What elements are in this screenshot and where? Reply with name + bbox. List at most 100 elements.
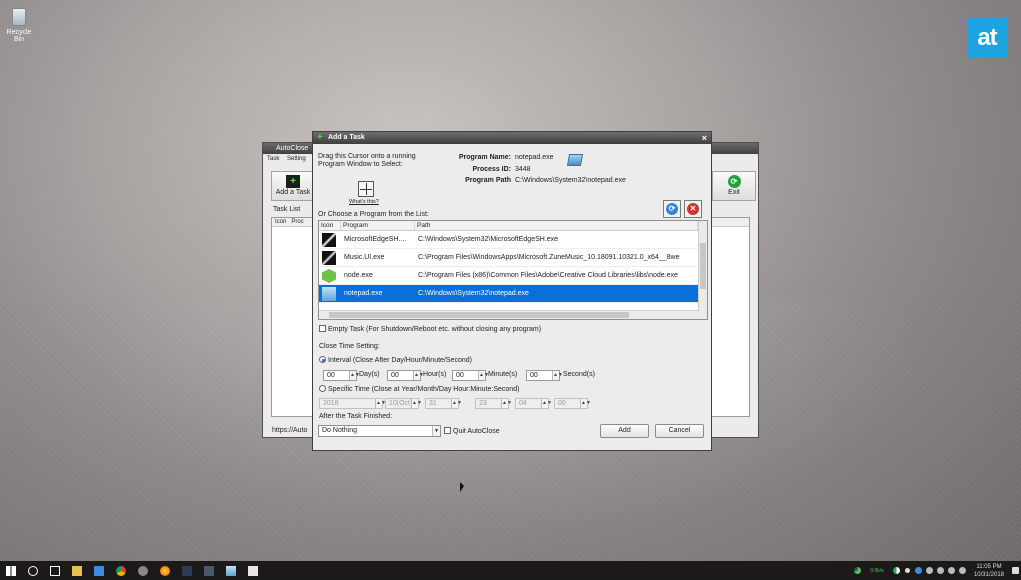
mouse-pointer-icon <box>460 482 464 492</box>
minute-spinner[interactable]: 00 ▲▼ <box>452 370 489 381</box>
add-button[interactable]: Add <box>600 424 649 438</box>
list-horizontal-scrollbar[interactable] <box>319 310 700 319</box>
taskbar-autoclose[interactable] <box>242 561 264 580</box>
gauge-icon <box>892 567 900 574</box>
program-row[interactable]: MicrosoftEdgeSH.... C:\Windows\System32\… <box>319 231 707 249</box>
close-icon[interactable]: × <box>702 132 707 144</box>
task-list-label: Task List <box>273 206 301 213</box>
program-list-header: Icon Program Path <box>319 221 707 231</box>
col-program[interactable]: Program <box>341 221 415 230</box>
spinner-arrows-icon[interactable]: ▲▼ <box>580 399 591 408</box>
second-spinner[interactable]: 00 ▲▼ <box>526 370 563 381</box>
remove-button[interactable]: ✕ <box>684 200 702 218</box>
taskbar-app-3[interactable] <box>176 561 198 580</box>
after-task-label: After the Task Finished: <box>319 413 393 420</box>
program-row-selected[interactable]: notepad.exe C:\Windows\System32\notepad.… <box>319 285 707 303</box>
notification-icon <box>1012 567 1019 574</box>
tray-item[interactable] <box>935 561 946 580</box>
tray-item[interactable] <box>913 561 924 580</box>
program-name-value: notepad.exe <box>515 154 554 161</box>
time-second-spinner[interactable]: 00 ▲▼ <box>554 398 591 409</box>
col-icon[interactable]: Icon <box>319 221 341 230</box>
spinner-arrows-icon[interactable]: ▲▼ <box>349 371 360 380</box>
add-task-dialog: + Add a Task × Drag this Cursor onto a r… <box>312 131 712 451</box>
col-path[interactable]: Path <box>415 221 698 230</box>
list-vertical-scrollbar[interactable] <box>698 221 707 319</box>
month-spinner[interactable]: 10(Oct) ▲▼ <box>385 398 422 409</box>
tray-item[interactable] <box>902 561 913 580</box>
menu-setting[interactable]: Setting <box>287 156 306 162</box>
tray-item[interactable] <box>891 561 902 580</box>
taskbar-app-2[interactable] <box>132 561 154 580</box>
clock[interactable]: 11:05 PM 10/31/2018 <box>968 563 1010 579</box>
whats-this-link[interactable]: What's this? <box>349 199 379 205</box>
bluetooth-icon <box>914 567 922 574</box>
quit-autoclose-option[interactable]: Quit AutoClose <box>444 427 500 435</box>
exit-button[interactable]: ⟳ Exit <box>712 171 756 201</box>
menu-task[interactable]: Task <box>267 156 279 162</box>
specific-time-option[interactable]: Specific Time (Close at Year/Month/Day H… <box>319 385 519 393</box>
notification-button[interactable] <box>1010 561 1021 580</box>
tray-item[interactable] <box>957 561 968 580</box>
spinner-arrows-icon[interactable]: ▲▼ <box>552 371 563 380</box>
cancel-button[interactable]: Cancel <box>655 424 704 438</box>
hour-spinner[interactable]: 00 ▲▼ <box>387 370 424 381</box>
time-hour-spinner[interactable]: 23 ▲▼ <box>475 398 512 409</box>
program-row[interactable]: node.exe C:\Program Files (x86)\Common F… <box>319 267 707 285</box>
taskbar-file-explorer[interactable] <box>66 561 88 580</box>
empty-task-checkbox[interactable] <box>319 325 326 332</box>
spinner-arrows-icon[interactable]: ▲▼ <box>413 371 424 380</box>
program-list[interactable]: Icon Program Path MicrosoftEdgeSH.... C:… <box>318 220 708 320</box>
time-minute-spinner[interactable]: 04 ▲▼ <box>515 398 552 409</box>
interval-radio[interactable] <box>319 356 326 363</box>
app-icon <box>94 565 104 576</box>
quit-autoclose-checkbox[interactable] <box>444 427 451 434</box>
chevron-up-icon <box>904 568 910 573</box>
day-spinner[interactable]: 00 ▲▼ <box>323 370 360 381</box>
taskbar-chrome[interactable] <box>110 561 132 580</box>
tray-item[interactable] <box>946 561 957 580</box>
website-link[interactable]: https://Auto <box>272 427 307 434</box>
spinner-arrows-icon[interactable]: ▲▼ <box>411 399 422 408</box>
chevron-down-icon[interactable]: ▼ <box>432 426 440 436</box>
second-unit: Second(s) <box>563 371 595 378</box>
close-time-label: Close Time Setting: <box>319 343 380 350</box>
date-spinner[interactable]: 31 ▲▼ <box>425 398 462 409</box>
program-path-label: Program Path <box>465 177 511 184</box>
spinner-arrows-icon[interactable]: ▲▼ <box>375 399 386 408</box>
search-button[interactable] <box>22 561 44 580</box>
notepad-icon <box>566 154 584 166</box>
crosshair-cursor-target[interactable] <box>358 181 374 197</box>
empty-task-option[interactable]: Empty Task (For Shutdown/Reboot etc. wit… <box>319 325 541 333</box>
taskbar-app-4[interactable] <box>198 561 220 580</box>
taskbar-notepad[interactable] <box>220 561 242 580</box>
spinner-arrows-icon[interactable]: ▲▼ <box>541 399 552 408</box>
interval-option[interactable]: Interval (Close After Day/Hour/Minute/Se… <box>319 356 472 364</box>
task-view-button[interactable] <box>44 561 66 580</box>
program-row[interactable]: Music.UI.exe C:\Program Files\WindowsApp… <box>319 249 707 267</box>
spinner-arrows-icon[interactable]: ▲▼ <box>451 399 462 408</box>
choose-program-label: Or Choose a Program from the List: <box>318 211 429 218</box>
spinner-arrows-icon[interactable]: ▲▼ <box>501 399 512 408</box>
drag-instructions: Drag this Cursor onto a running Program … <box>318 153 416 168</box>
tray-item[interactable] <box>852 561 863 580</box>
taskbar-app-1[interactable] <box>88 561 110 580</box>
chrome-icon <box>116 565 126 576</box>
app-icon <box>204 565 214 576</box>
year-spinner[interactable]: 2018 ▲▼ <box>319 398 386 409</box>
tray-item[interactable] <box>924 561 935 580</box>
taskbar-firefox[interactable] <box>154 561 176 580</box>
start-button[interactable] <box>0 561 22 580</box>
app-icon <box>138 565 148 576</box>
specific-time-radio[interactable] <box>319 385 326 392</box>
delete-icon: ✕ <box>687 203 699 215</box>
add-task-button[interactable]: + Add a Task <box>271 171 315 201</box>
network-icon <box>925 567 933 574</box>
day-unit: Day(s) <box>359 371 380 378</box>
refresh-button[interactable]: ⟳ <box>663 200 681 218</box>
recycle-bin[interactable]: Recycle Bin <box>2 8 36 43</box>
refresh-icon: ⟳ <box>666 203 678 215</box>
after-task-select[interactable]: Do Nothing ▼ <box>318 425 441 437</box>
meter-icon <box>853 567 861 574</box>
spinner-arrows-icon[interactable]: ▲▼ <box>478 371 489 380</box>
